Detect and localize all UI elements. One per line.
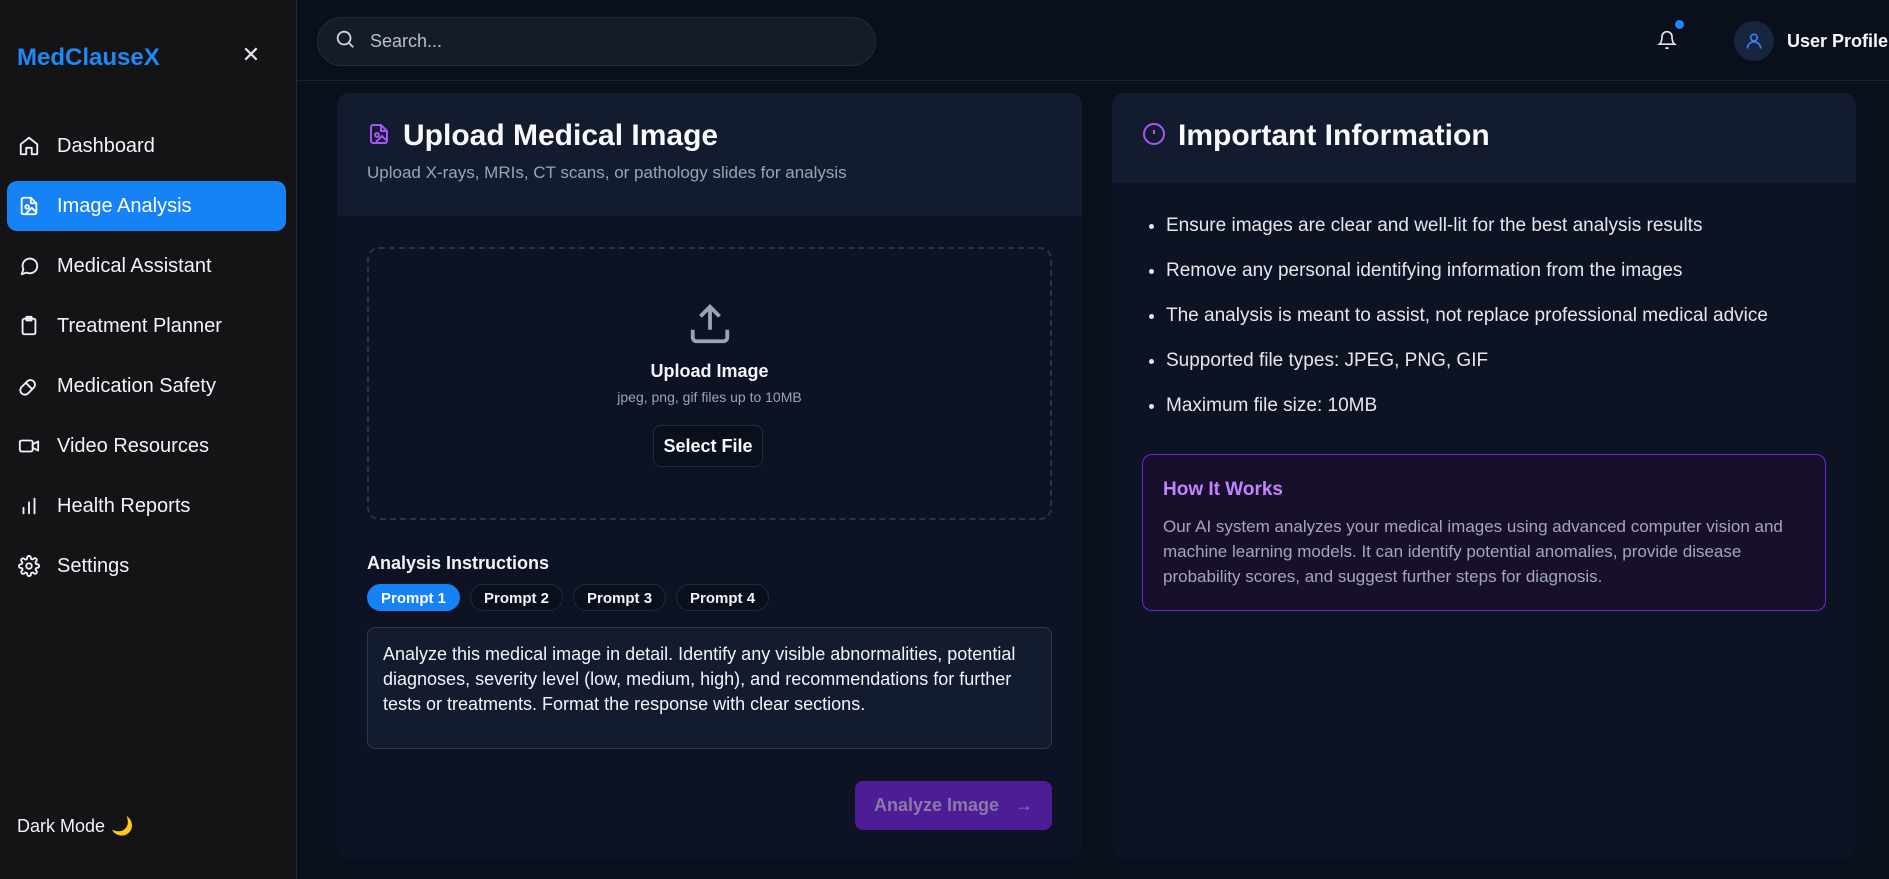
- info-list: Ensure images are clear and well-lit for…: [1166, 214, 1768, 439]
- moon-icon: 🌙: [111, 816, 134, 836]
- notifications-button[interactable]: [1656, 20, 1684, 52]
- sidebar-item-label: Image Analysis: [57, 194, 192, 217]
- upload-subtitle: Upload X-rays, MRIs, CT scans, or pathol…: [367, 163, 847, 182]
- list-item: The analysis is meant to assist, not rep…: [1166, 304, 1768, 349]
- close-icon: ✕: [241, 42, 261, 67]
- analyze-button-label: Analyze Image: [873, 795, 1000, 815]
- how-it-works-title: How It Works: [1163, 479, 1283, 500]
- upload-title: Upload Medical Image: [403, 119, 719, 152]
- sidebar-item-medication-safety[interactable]: Medication Safety: [7, 361, 286, 411]
- sidebar-item-label: Settings: [57, 554, 130, 577]
- brand-logo[interactable]: MedClauseX: [17, 44, 160, 72]
- info-title: Important Information: [1178, 119, 1490, 152]
- bar-chart-icon: [17, 494, 41, 518]
- notification-dot: [1675, 20, 1684, 29]
- sidebar-item-medical-assistant[interactable]: Medical Assistant: [7, 241, 286, 291]
- info-panel: Important Information Ensure images are …: [1112, 93, 1856, 859]
- sidebar-item-label: Treatment Planner: [57, 314, 222, 337]
- list-item: Remove any personal identifying informat…: [1166, 259, 1768, 304]
- top-bar: User Profile: [297, 0, 1889, 81]
- user-profile-button[interactable]: User Profile: [1734, 21, 1888, 61]
- profile-name: User Profile: [1787, 30, 1889, 51]
- upload-dropzone[interactable]: Upload Image jpeg, png, gif files up to …: [367, 247, 1052, 520]
- gear-icon: [17, 554, 41, 578]
- sidebar-item-label: Video Resources: [57, 434, 209, 457]
- upload-panel: Upload Medical Image Upload X-rays, MRIs…: [337, 93, 1082, 859]
- how-it-works-text: Our AI system analyzes your medical imag…: [1163, 517, 1783, 586]
- sidebar-item-label: Health Reports: [57, 494, 191, 517]
- chat-bubble-icon: [17, 254, 41, 278]
- video-camera-icon: [17, 434, 41, 458]
- upload-header: Upload Medical Image Upload X-rays, MRIs…: [337, 93, 1082, 216]
- sidebar-item-image-analysis[interactable]: Image Analysis: [7, 181, 286, 231]
- sidebar-item-label: Medication Safety: [57, 374, 216, 397]
- avatar: [1734, 21, 1774, 61]
- prompt-1-button[interactable]: Prompt 1: [367, 584, 461, 611]
- clipboard-icon: [17, 314, 41, 338]
- home-icon: [17, 134, 41, 158]
- sidebar-nav: Dashboard Image Analysis Medical Assista…: [7, 121, 286, 601]
- prompt-3-button[interactable]: Prompt 3: [573, 584, 667, 611]
- user-icon: [1746, 33, 1762, 49]
- analysis-instructions-label: Analysis Instructions: [367, 553, 550, 573]
- sidebar-item-dashboard[interactable]: Dashboard: [7, 121, 286, 171]
- list-item: Maximum file size: 10MB: [1166, 394, 1768, 439]
- search-input[interactable]: [370, 31, 850, 52]
- sidebar-item-settings[interactable]: Settings: [7, 541, 286, 591]
- sidebar: MedClauseX ✕ Dashboard Image Analysis Me…: [0, 0, 297, 879]
- prompt-2-button[interactable]: Prompt 2: [470, 584, 564, 611]
- bell-icon: [1656, 30, 1678, 50]
- close-sidebar-button[interactable]: ✕: [240, 44, 262, 66]
- dark-mode-label: Dark Mode: [17, 816, 106, 836]
- prompt-4-button[interactable]: Prompt 4: [676, 584, 770, 611]
- image-file-icon: [17, 194, 41, 218]
- prompt-tabs: Prompt 1 Prompt 2 Prompt 3 Prompt 4: [367, 584, 779, 611]
- dropzone-title: Upload Image: [650, 361, 769, 381]
- info-header: Important Information: [1112, 93, 1856, 183]
- sidebar-item-health-reports[interactable]: Health Reports: [7, 481, 286, 531]
- sidebar-item-video-resources[interactable]: Video Resources: [7, 421, 286, 471]
- sidebar-item-label: Medical Assistant: [57, 254, 212, 277]
- dropzone-hint: jpeg, png, gif files up to 10MB: [617, 389, 802, 405]
- list-item: Ensure images are clear and well-lit for…: [1166, 214, 1768, 259]
- search-icon: [334, 28, 356, 55]
- pill-icon: [17, 374, 41, 398]
- list-item: Supported file types: JPEG, PNG, GIF: [1166, 349, 1768, 394]
- search-bar[interactable]: [317, 17, 876, 66]
- image-file-icon: [367, 122, 391, 151]
- analysis-instructions-textarea[interactable]: Analyze this medical image in detail. Id…: [367, 627, 1052, 749]
- sidebar-item-treatment-planner[interactable]: Treatment Planner: [7, 301, 286, 351]
- upload-icon: [687, 301, 733, 347]
- select-file-button[interactable]: Select File: [653, 425, 763, 467]
- how-it-works-card: How It Works Our AI system analyzes your…: [1142, 454, 1826, 611]
- arrow-right-icon: →: [1015, 795, 1034, 815]
- analyze-image-button[interactable]: Analyze Image →: [855, 781, 1052, 830]
- alert-circle-icon: [1142, 122, 1166, 151]
- sidebar-item-label: Dashboard: [57, 134, 155, 157]
- dark-mode-toggle[interactable]: Dark Mode 🌙: [17, 816, 133, 837]
